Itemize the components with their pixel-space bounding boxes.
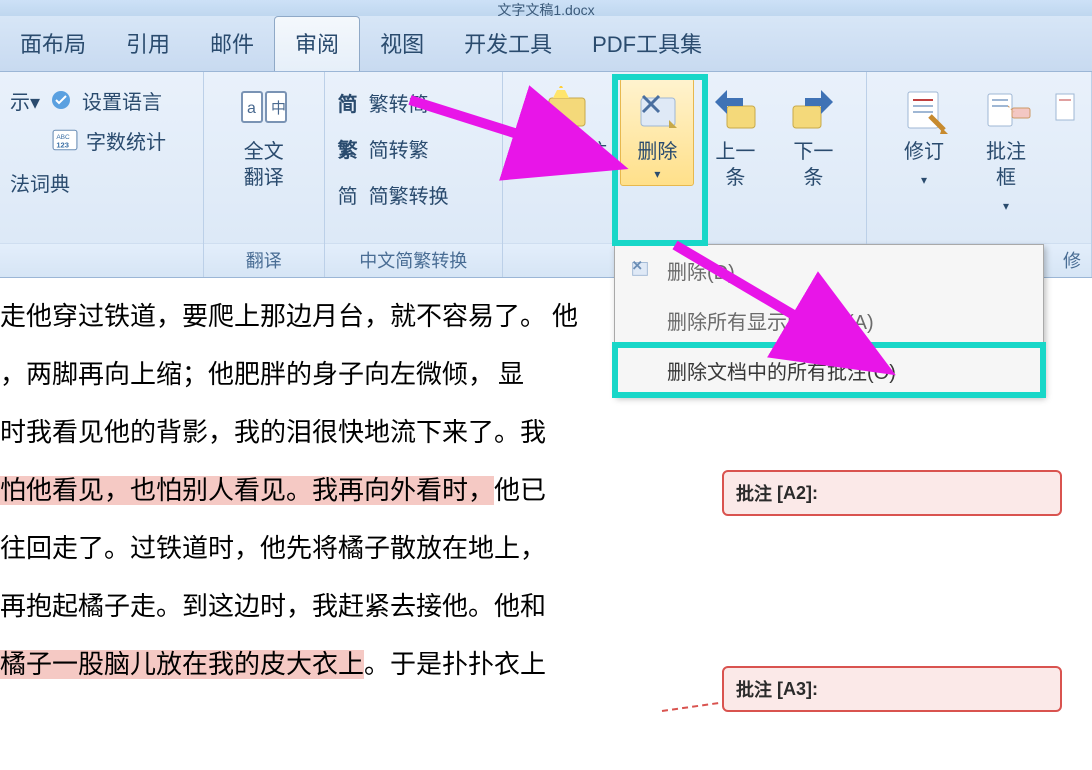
tab-page-layout[interactable]: 面布局 <box>0 16 106 71</box>
annotation-arrow-2 <box>660 230 920 400</box>
track-changes-button[interactable]: 修订▾ <box>887 78 961 198</box>
tab-review[interactable]: 审阅 <box>274 16 360 71</box>
doc-line: 走他穿过铁道，要爬上那边月台，就不容易了。他 <box>0 288 620 346</box>
document-page[interactable]: 走他穿过铁道，要爬上那边月台，就不容易了。他 ，两脚再向上缩；他肥胖的身子向左微… <box>0 288 620 694</box>
tab-view[interactable]: 视图 <box>360 16 444 71</box>
next-comment-button[interactable]: 下一 条 <box>776 78 850 196</box>
tab-pdf-tools[interactable]: PDF工具集 <box>572 16 722 71</box>
doc-line: 橘子一股脑儿放在我的皮大衣上。于是扑扑衣上 <box>0 636 620 694</box>
tab-mail[interactable]: 邮件 <box>190 16 274 71</box>
svg-text:中: 中 <box>271 100 286 117</box>
markup-label-fragment: 示▾ <box>10 86 40 115</box>
set-language-label: 设置语言 <box>82 86 162 115</box>
balloon-icon <box>978 83 1034 137</box>
ribbon-tabs: 面布局 引用 邮件 审阅 视图 开发工具 PDF工具集 <box>0 16 1092 72</box>
annotation-arrow-1 <box>400 82 640 202</box>
thesaurus-label: 法词典 <box>10 168 70 197</box>
doc-line: ，两脚再向上缩；他肥胖的身子向左微倾，显 <box>0 346 620 404</box>
trad-char-icon: 繁 <box>335 135 361 161</box>
comment-range-2: 橘子一股脑儿放在我的皮大衣上 <box>0 650 364 679</box>
doc-line: 时我看见他的背影，我的泪很快地流下来了。我 <box>0 404 620 462</box>
track-changes-icon <box>896 83 952 137</box>
balloon-label: 批注框▾ <box>978 139 1034 219</box>
word-count-icon: ABC123 <box>52 127 78 153</box>
translate-icon: a 中 <box>236 83 292 137</box>
comment-label-2: 批注 <box>736 676 772 702</box>
simp-char-icon: 简 <box>335 89 361 115</box>
word-count-label: 字数统计 <box>86 126 166 155</box>
title-bar: 文字文稿1.docx <box>0 0 1092 16</box>
markup-display-button[interactable]: 示▾ 设置语言 <box>10 82 162 118</box>
translate-group-label: 翻译 <box>204 243 324 277</box>
comment-balloon-1[interactable]: 批注 [A2]: <box>722 470 1062 516</box>
tab-reference[interactable]: 引用 <box>106 16 190 71</box>
next-comment-label: 下一 条 <box>793 139 833 191</box>
track-changes-label: 修订▾ <box>904 139 944 193</box>
proofing-group-label <box>0 243 203 277</box>
translate-label: 全文 翻译 <box>244 139 284 191</box>
prev-arrow-icon <box>707 83 763 137</box>
prev-comment-label: 上一 条 <box>715 139 755 191</box>
delete-item-icon <box>629 257 655 283</box>
translate-button[interactable]: a 中 全文 翻译 <box>227 78 301 196</box>
prev-comment-button[interactable]: 上一 条 <box>698 78 772 196</box>
window-title: 文字文稿1.docx <box>497 0 594 16</box>
blank-icon-2 <box>629 357 655 383</box>
thesaurus-button[interactable]: 法词典 <box>10 164 70 200</box>
doc-line: 再抱起橘子走。到这边时，我赶紧去接他。他和 <box>0 578 620 636</box>
svg-text:a: a <box>247 100 256 117</box>
doc-line: 往回走了。过铁道时，他先将橘子散放在地上， <box>0 520 620 578</box>
globe-check-icon <box>48 87 74 113</box>
next-arrow-icon <box>785 83 841 137</box>
app-root: 文字文稿1.docx 面布局 引用 邮件 审阅 视图 开发工具 PDF工具集 示… <box>0 0 1092 770</box>
scc-group-label: 中文简繁转换 <box>325 243 502 277</box>
comment-code-1: [A2]: <box>777 483 818 504</box>
tab-developer[interactable]: 开发工具 <box>444 16 572 71</box>
balloon-button[interactable]: 批注框▾ <box>969 78 1043 224</box>
comment-balloon-2[interactable]: 批注 [A3]: <box>722 666 1062 712</box>
more-tracking-button[interactable] <box>1051 78 1081 142</box>
comment-range-1: 怕他看见，也怕别人看见。我再向外看时， <box>0 476 494 505</box>
blank-icon <box>629 307 655 333</box>
svg-text:123: 123 <box>56 141 69 150</box>
comment-code-2: [A3]: <box>777 679 818 700</box>
doc-line: 怕他看见，也怕别人看见。我再向外看时，他已 <box>0 462 620 520</box>
comment-label: 批注 <box>736 480 772 506</box>
more-icon <box>1054 83 1078 137</box>
convert-char-icon: 简 <box>335 181 361 207</box>
word-count-button[interactable]: ABC123 字数统计 <box>10 122 166 158</box>
